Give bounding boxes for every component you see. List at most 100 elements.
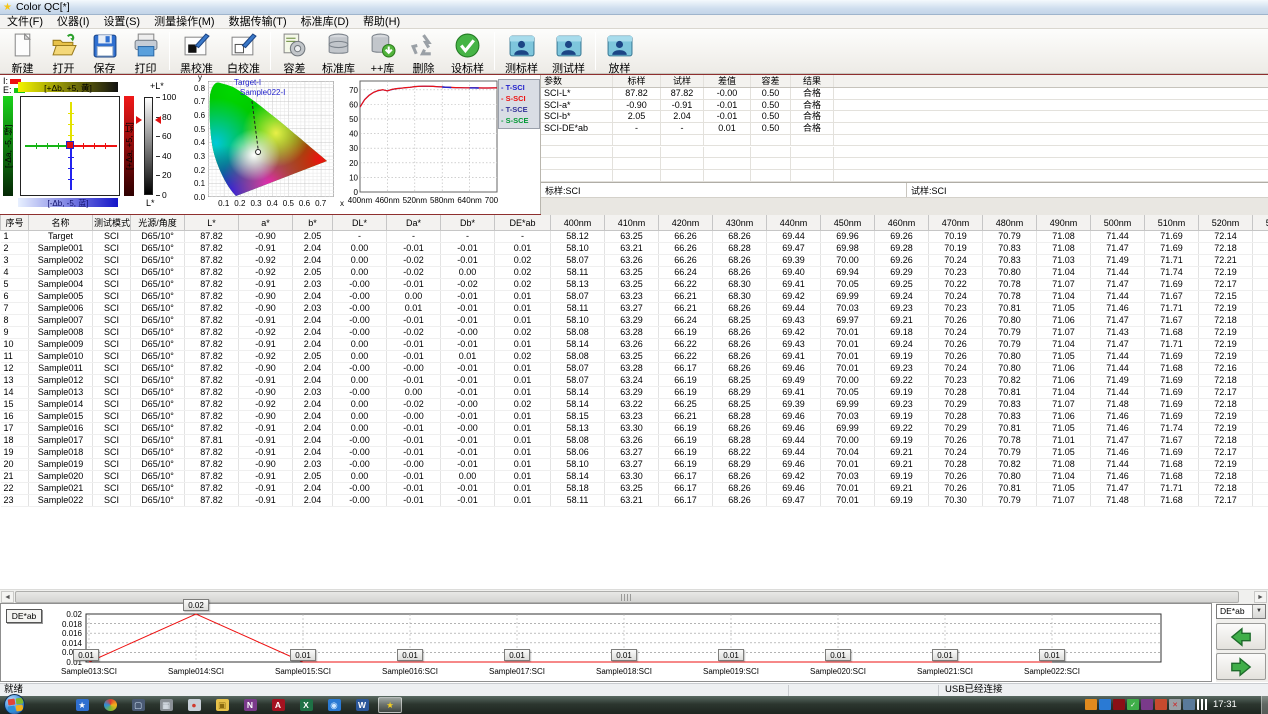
title-bar[interactable]: ★ Color QC[*] <box>0 0 1268 15</box>
column-header[interactable]: 测试模式 <box>93 215 131 231</box>
menu-item-3[interactable]: 测量操作(M) <box>147 15 222 29</box>
toolbar-open-button[interactable]: 打开 <box>43 30 84 72</box>
table-row[interactable]: 2Sample001SCID65/10°87.82-0.912.040.00-0… <box>1 243 1268 255</box>
dropdown-arrow-icon[interactable]: ▼ <box>1252 605 1265 618</box>
table-row[interactable]: 20Sample019SCID65/10°87.82-0.902.03-0.00… <box>1 459 1268 471</box>
menu-item-5[interactable]: 标准库(D) <box>294 15 356 29</box>
params-row[interactable] <box>541 135 1268 147</box>
tray-acrobat[interactable] <box>1113 699 1125 710</box>
table-row[interactable]: 9Sample008SCID65/10°87.82-0.922.04-0.00-… <box>1 327 1268 339</box>
column-header[interactable]: 450nm <box>821 215 875 231</box>
start-button[interactable] <box>4 694 25 714</box>
table-row[interactable]: 4Sample003SCID65/10°87.82-0.922.050.00-0… <box>1 267 1268 279</box>
table-row[interactable]: 6Sample005SCID65/10°87.82-0.902.04-0.000… <box>1 291 1268 303</box>
column-header[interactable]: DL* <box>333 215 387 231</box>
taskbar-app-media[interactable]: ▦ <box>154 697 178 713</box>
params-row[interactable]: SCI-a*-0.90-0.91-0.010.50合格 <box>541 100 1268 112</box>
column-header[interactable]: 420nm <box>659 215 713 231</box>
toolbar-delete-button[interactable]: 删除 <box>403 30 444 72</box>
column-header[interactable]: 410nm <box>605 215 659 231</box>
taskbar-app-sphere[interactable]: ◉ <box>322 697 346 713</box>
menu-item-2[interactable]: 设置(S) <box>96 15 147 29</box>
previous-sample-button[interactable] <box>1216 623 1266 650</box>
toolbar-print-button[interactable]: 打印 <box>125 30 166 72</box>
column-header[interactable]: 480nm <box>983 215 1037 231</box>
toolbar-whitecal-button[interactable]: 白校准 <box>220 30 267 72</box>
ab-plot[interactable] <box>20 96 120 196</box>
column-header[interactable]: 500nm <box>1091 215 1145 231</box>
taskbar-app-display[interactable]: ▢ <box>126 697 150 713</box>
params-row[interactable]: SCI-b*2.052.04-0.010.50合格 <box>541 111 1268 123</box>
tray-red[interactable] <box>1155 699 1167 710</box>
column-header[interactable]: 430nm <box>713 215 767 231</box>
column-header[interactable]: b* <box>293 215 333 231</box>
column-header[interactable]: 400nm <box>551 215 605 231</box>
toolbar-addlib-button[interactable]: ++库 <box>362 30 403 72</box>
trend-parameter-dropdown[interactable]: DE*ab▼ <box>1216 604 1266 619</box>
table-row[interactable]: 22Sample021SCID65/10°87.82-0.912.04-0.00… <box>1 483 1268 495</box>
taskbar-app-colorqc-active[interactable]: ★ <box>378 697 402 713</box>
column-header[interactable]: a* <box>239 215 293 231</box>
column-header[interactable]: 460nm <box>875 215 929 231</box>
tray-volume-muted[interactable]: ✕ <box>1169 699 1181 710</box>
toolbar-person-button[interactable]: 放样 <box>599 30 640 72</box>
tray-onenote[interactable] <box>1141 699 1153 710</box>
toolbar-setstd-button[interactable]: 设标样 <box>444 30 491 72</box>
column-header[interactable]: 440nm <box>767 215 821 231</box>
column-header[interactable]: 序号 <box>1 215 29 231</box>
params-row[interactable]: SCI-DE*ab--0.010.50合格 <box>541 123 1268 135</box>
taskbar-app-word[interactable]: W <box>350 697 374 713</box>
column-header[interactable]: Db* <box>441 215 495 231</box>
taskbar-app-onenote[interactable]: N <box>238 697 262 713</box>
table-row[interactable]: 14Sample013SCID65/10°87.82-0.902.03-0.00… <box>1 387 1268 399</box>
column-header[interactable]: DE*ab <box>495 215 551 231</box>
menu-item-4[interactable]: 数据传输(T) <box>222 15 294 29</box>
table-row[interactable]: 11Sample010SCID65/10°87.82-0.922.050.00-… <box>1 351 1268 363</box>
table-row[interactable]: 13Sample012SCID65/10°87.82-0.912.040.00-… <box>1 375 1268 387</box>
column-header[interactable]: 510nm <box>1145 215 1199 231</box>
params-row[interactable] <box>541 170 1268 182</box>
column-header[interactable]: L* <box>185 215 239 231</box>
toolbar-person-button[interactable]: 测标样 <box>498 30 545 72</box>
menu-item-0[interactable]: 文件(F) <box>0 15 50 29</box>
taskbar-app-messenger[interactable]: ● <box>182 697 206 713</box>
toolbar-blackcal-button[interactable]: 黑校准 <box>173 30 220 72</box>
toolbar-tolerance-button[interactable]: 容差 <box>274 30 315 72</box>
column-header[interactable]: 490nm <box>1037 215 1091 231</box>
params-row[interactable]: SCI-L*87.8287.82-0.000.50合格 <box>541 88 1268 100</box>
column-header[interactable]: 名称 <box>29 215 93 231</box>
taskbar-app-excel[interactable]: X <box>294 697 318 713</box>
table-row[interactable]: 12Sample011SCID65/10°87.82-0.902.04-0.00… <box>1 363 1268 375</box>
table-row[interactable]: 21Sample020SCID65/10°87.82-0.912.050.00-… <box>1 471 1268 483</box>
taskbar-app-star[interactable]: ★ <box>70 697 94 713</box>
tray-sphere[interactable] <box>1099 699 1111 710</box>
table-row[interactable]: 15Sample014SCID65/10°87.82-0.922.040.00-… <box>1 399 1268 411</box>
column-header[interactable]: Da* <box>387 215 441 231</box>
menu-item-1[interactable]: 仪器(I) <box>50 15 96 29</box>
table-row[interactable]: 18Sample017SCID65/10°87.81-0.912.04-0.00… <box>1 435 1268 447</box>
toolbar-save-button[interactable]: 保存 <box>84 30 125 72</box>
toolbar-stdlib-button[interactable]: 标准库 <box>315 30 362 72</box>
table-row[interactable]: 3Sample002SCID65/10°87.82-0.922.040.00-0… <box>1 255 1268 267</box>
column-header[interactable]: 520nm <box>1199 215 1253 231</box>
table-row[interactable]: 19Sample018SCID65/10°87.82-0.912.04-0.00… <box>1 447 1268 459</box>
scroll-right-arrow[interactable]: ► <box>1254 591 1267 603</box>
toolbar-person-button[interactable]: 测试样 <box>545 30 592 72</box>
taskbar-app-colors[interactable] <box>98 697 122 713</box>
params-row[interactable] <box>541 147 1268 159</box>
scroll-left-arrow[interactable]: ◄ <box>1 591 14 603</box>
menu-item-6[interactable]: 帮助(H) <box>356 15 407 29</box>
tray-display[interactable] <box>1183 699 1195 710</box>
table-row[interactable]: 1TargetSCID65/10°87.82-0.902.05----58.12… <box>1 231 1268 243</box>
table-row[interactable]: 5Sample004SCID65/10°87.82-0.912.03-0.00-… <box>1 279 1268 291</box>
table-row[interactable]: 10Sample009SCID65/10°87.82-0.912.040.00-… <box>1 339 1268 351</box>
next-sample-button[interactable] <box>1216 653 1266 680</box>
table-row[interactable]: 23Sample022SCID65/10°87.82-0.912.04-0.00… <box>1 495 1268 507</box>
taskbar-app-explorer[interactable]: ▣ <box>210 697 234 713</box>
tray-shield[interactable]: ✓ <box>1127 699 1139 710</box>
toolbar-new-button[interactable]: 新建 <box>2 30 43 72</box>
taskbar-app-acrobat[interactable]: A <box>266 697 290 713</box>
show-desktop-button[interactable] <box>1261 696 1268 714</box>
column-header[interactable]: 光源/角度 <box>131 215 185 231</box>
column-header[interactable]: 530nm <box>1253 215 1268 231</box>
